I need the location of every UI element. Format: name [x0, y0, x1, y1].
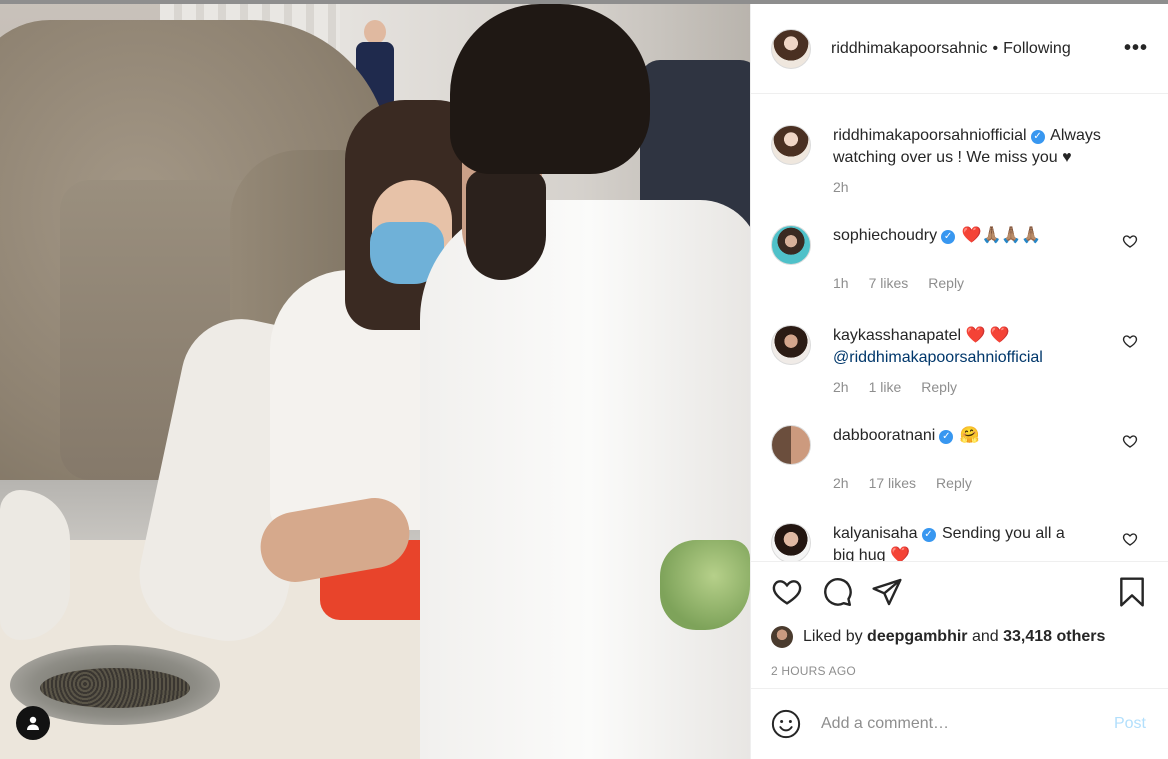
photo-person-leg [0, 490, 70, 640]
caption-time[interactable]: 2h [833, 179, 849, 195]
post-caption: riddhimakapoorsahniofficial ✓ Always watc… [771, 125, 1148, 195]
comment-text: ❤️ ❤️ [965, 327, 1010, 344]
reply-button[interactable]: Reply [928, 275, 964, 291]
comment-icon[interactable] [821, 576, 853, 608]
comment-item: dabbooratnani ✓ 🤗 2h 17 likes Reply [771, 425, 1148, 491]
verified-badge-icon: ✓ [939, 430, 954, 444]
avatar[interactable] [771, 225, 811, 265]
post-actions: Liked by deepgambhir and 33,418 others 2… [751, 561, 1168, 678]
post-button[interactable]: Post [1114, 715, 1146, 733]
avatar[interactable] [771, 523, 811, 561]
comment-mention-link[interactable]: @riddhimakapoorsahniofficial [833, 349, 1043, 366]
caption-username[interactable]: riddhimakapoorsahniofficial [833, 127, 1027, 144]
verified-badge-icon: ✓ [1030, 130, 1045, 144]
comment-time[interactable]: 2h [833, 379, 849, 395]
following-button[interactable]: Following [1003, 40, 1071, 58]
verified-badge-icon: ✓ [921, 528, 936, 542]
comment-item: kaykasshanapatel ❤️ ❤️ @riddhimakapoorsa… [771, 325, 1148, 395]
comment-username[interactable]: kaykasshanapatel [833, 327, 961, 344]
comment-text: 🤗 [959, 427, 980, 444]
comment-username[interactable]: dabbooratnani [833, 427, 935, 444]
comment-text-continued: big hug [833, 547, 886, 561]
likes-middle: and [971, 628, 999, 645]
comment-text: ❤️🙏🏽🙏🏽🙏🏽 [961, 227, 1042, 244]
photo-man-body [420, 200, 750, 759]
comment-time[interactable]: 2h [833, 475, 849, 491]
avatar[interactable] [771, 425, 811, 465]
user-icon [27, 716, 39, 730]
comment-item: kalyanisaha ✓ Sending you all a big hug ❤… [771, 523, 1148, 561]
user-tag-icon[interactable] [16, 706, 50, 740]
add-comment-bar: Post [751, 688, 1168, 759]
comment-likes[interactable]: 17 likes [869, 475, 916, 491]
post-timestamp[interactable]: 2 HOURS AGO [771, 664, 1148, 678]
likes-others-link[interactable]: 33,418 others [1003, 628, 1105, 646]
reply-button[interactable]: Reply [936, 475, 972, 491]
post-header: riddhimakapoorsahnic • Following ••• [751, 4, 1168, 94]
photo-seeds [40, 668, 190, 708]
avatar[interactable] [771, 28, 811, 69]
liked-by-user-link[interactable]: deepgambhir [867, 628, 967, 646]
comments-list[interactable]: riddhimakapoorsahniofficial ✓ Always watc… [751, 95, 1168, 561]
comment-likes[interactable]: 7 likes [869, 275, 909, 291]
avatar[interactable] [771, 125, 811, 165]
avatar[interactable] [771, 325, 811, 365]
comment-like-icon[interactable] [1122, 531, 1138, 547]
comment-time[interactable]: 1h [833, 275, 849, 291]
more-horizontal-icon[interactable]: ••• [1124, 37, 1148, 60]
bookmark-icon[interactable] [1116, 576, 1148, 608]
avatar[interactable] [771, 626, 793, 648]
likes-summary: Liked by deepgambhir and 33,418 others [771, 626, 1148, 648]
header-username[interactable]: riddhimakapoorsahnic [831, 40, 988, 58]
send-icon[interactable] [871, 576, 903, 608]
comment-username[interactable]: kalyanisaha [833, 525, 918, 542]
smiley-icon[interactable] [771, 709, 801, 739]
post-panel: riddhimakapoorsahnic • Following ••• rid… [750, 4, 1168, 759]
header-separator: • [992, 39, 999, 57]
reply-button[interactable]: Reply [921, 379, 957, 395]
heart-emoji: ❤️ [889, 547, 910, 561]
comment-likes[interactable]: 1 like [869, 379, 902, 395]
comment-input[interactable] [821, 715, 1114, 733]
heart-icon[interactable] [771, 576, 803, 608]
post-photo[interactable] [0, 0, 750, 759]
comment-username[interactable]: sophiechoudry [833, 227, 937, 244]
comment-like-icon[interactable] [1122, 433, 1138, 449]
photo-man-hair [450, 4, 650, 174]
comment-item: sophiechoudry ✓ ❤️🙏🏽🙏🏽🙏🏽 1h 7 likes Reply [771, 225, 1148, 291]
photo-plant [660, 540, 750, 630]
comment-like-icon[interactable] [1122, 333, 1138, 349]
verified-badge-icon: ✓ [941, 230, 956, 244]
browser-top-strip [0, 0, 1168, 4]
photo-man-beard [466, 170, 546, 280]
likes-prefix: Liked by [803, 628, 863, 645]
comment-text: Sending you all a [941, 525, 1065, 542]
comment-like-icon[interactable] [1122, 233, 1138, 249]
